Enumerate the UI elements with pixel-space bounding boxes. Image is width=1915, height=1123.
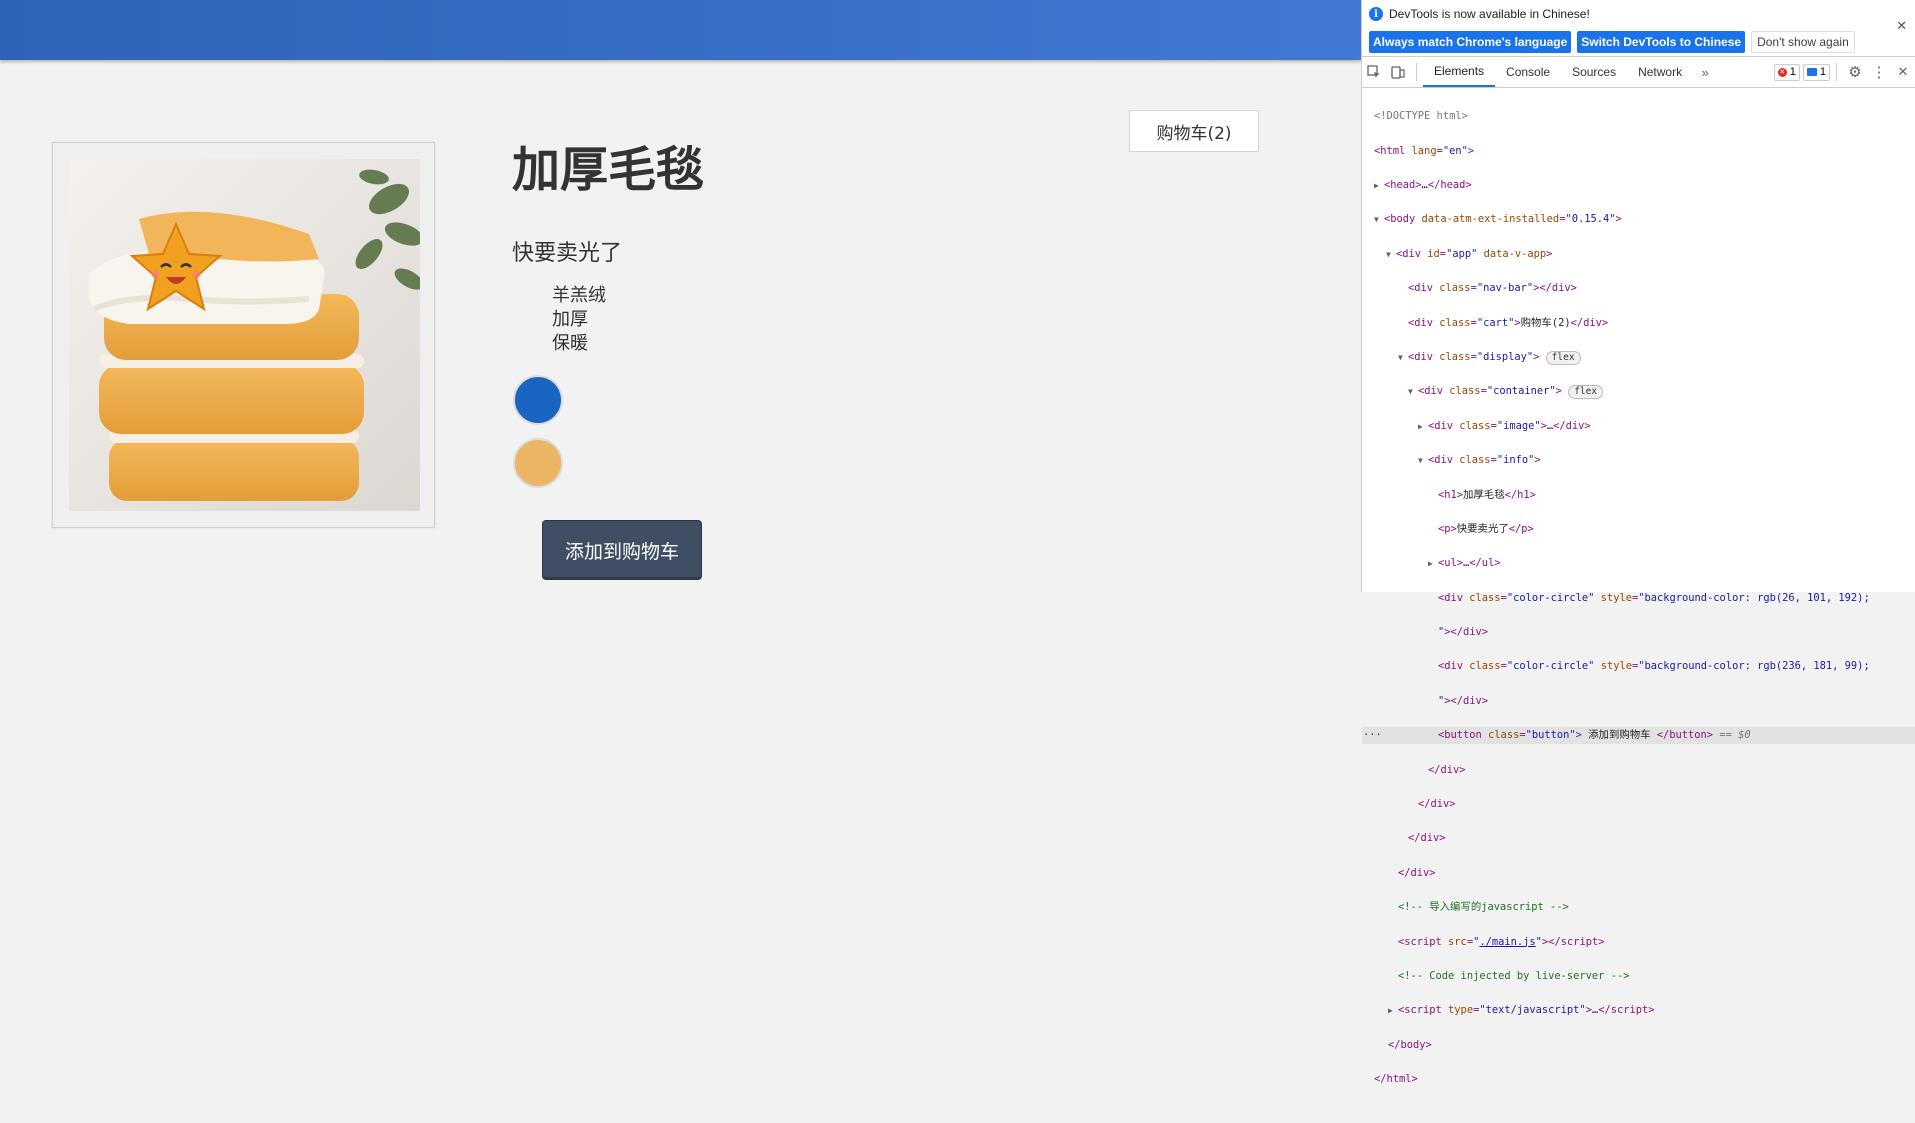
dom-node[interactable]: </div> (1362, 865, 1915, 882)
more-tabs-icon[interactable]: » (1693, 60, 1717, 84)
banner-message: i DevTools is now available in Chinese! (1369, 7, 1590, 21)
message-count: 1 (1819, 66, 1826, 78)
dom-node[interactable]: <html lang="en"> (1362, 143, 1915, 160)
error-count: 1 (1789, 66, 1796, 78)
dont-show-again-button[interactable]: Don't show again (1751, 31, 1855, 53)
feature-item: 加厚 (552, 309, 588, 330)
product-title: 加厚毛毯 (512, 142, 705, 198)
tab-network[interactable]: Network (1627, 57, 1693, 87)
dom-node[interactable]: ▶ <head>…</head> (1362, 177, 1915, 194)
dom-node[interactable]: </html> (1362, 1071, 1915, 1088)
dom-node[interactable]: ▼ <div class="display"> flex (1362, 349, 1915, 366)
dom-node[interactable]: ▼ <div class="info"> (1362, 452, 1915, 469)
dom-node[interactable]: ▼ <div class="container"> flex (1362, 383, 1915, 400)
dom-node[interactable]: <!-- Code injected by live-server --> (1362, 968, 1915, 985)
info-icon: i (1369, 7, 1383, 21)
error-icon: ✕ (1777, 67, 1787, 77)
close-devtools-icon[interactable]: ✕ (1891, 60, 1915, 84)
feature-list: 羊羔绒 加厚 保暖 (552, 284, 606, 356)
dom-node[interactable]: ▶ <ul>…</ul> (1362, 555, 1915, 572)
dom-node[interactable]: "></div> (1362, 693, 1915, 710)
banner-text: DevTools is now available in Chinese! (1389, 7, 1590, 21)
dom-node[interactable]: ▶ <script type="text/javascript">…</scrip… (1362, 1002, 1915, 1019)
dom-node[interactable]: ▼ <body data-atm-ext-installed="0.15.4"> (1362, 211, 1915, 228)
more-actions-icon[interactable]: ··· (1363, 727, 1382, 744)
dom-node[interactable]: <!DOCTYPE html> (1362, 108, 1915, 125)
more-options-icon[interactable]: ⋮ (1867, 60, 1891, 84)
dom-node-selected[interactable]: ··· <button class="button"> 添加到购物车 </butt… (1362, 727, 1915, 745)
dom-node[interactable]: <script src="./main.js"></script> (1362, 934, 1915, 951)
color-swatch-blue[interactable] (513, 375, 563, 425)
feature-item: 保暖 (552, 333, 588, 354)
dom-node[interactable]: <p>快要卖光了</p> (1362, 521, 1915, 538)
dom-node[interactable]: "></div> (1362, 624, 1915, 641)
dom-node[interactable]: ▶ <div class="image">…</div> (1362, 418, 1915, 435)
dom-node[interactable]: </div> (1362, 830, 1915, 847)
cart-button[interactable]: 购物车(2) (1129, 110, 1259, 152)
product-image (69, 159, 420, 511)
nav-bar (0, 0, 1361, 60)
page-viewport: 购物车(2) 加厚毛毯 快要卖光了 羊羔绒 加厚 保暖 添加到购物车 (0, 0, 1361, 592)
message-count-badge[interactable]: 1 (1802, 63, 1830, 81)
dom-tree: <!DOCTYPE html> <html lang="en"> ▶ <head>… (1362, 88, 1915, 1123)
device-toolbar-icon[interactable] (1386, 60, 1410, 84)
add-to-cart-button[interactable]: 添加到购物车 (542, 520, 702, 580)
dom-node[interactable]: </div> (1362, 796, 1915, 813)
tab-elements[interactable]: Elements (1423, 57, 1496, 87)
script-src-link[interactable]: ./main.js (1479, 936, 1535, 948)
product-image-frame (52, 142, 435, 528)
color-swatch-orange[interactable] (513, 438, 563, 488)
inspect-element-icon[interactable] (1362, 60, 1386, 84)
language-banner: i DevTools is now available in Chinese! … (1362, 0, 1915, 57)
tab-console[interactable]: Console (1495, 57, 1561, 87)
always-match-language-button[interactable]: Always match Chrome's language (1369, 31, 1572, 53)
dom-node[interactable]: <div class="cart">购物车(2)</div> (1362, 315, 1915, 332)
dom-node[interactable]: <div class="color-circle" style="backgro… (1362, 590, 1915, 607)
dom-node[interactable]: <h1>加厚毛毯</h1> (1362, 487, 1915, 504)
devtools-toolbar: Elements Console Sources Network » ✕ 1 1… (1362, 57, 1915, 88)
tab-sources[interactable]: Sources (1561, 57, 1627, 87)
devtools-panel: i DevTools is now available in Chinese! … (1361, 0, 1915, 1085)
feature-item: 羊羔绒 (552, 285, 606, 306)
error-count-badge[interactable]: ✕ 1 (1773, 63, 1800, 81)
dom-node[interactable]: </div> (1362, 762, 1915, 779)
dom-node[interactable]: <!-- 导入编写的javascript --> (1362, 899, 1915, 916)
product-subtitle: 快要卖光了 (512, 241, 623, 266)
close-icon[interactable]: ✕ (1896, 18, 1907, 34)
switch-to-chinese-button[interactable]: Switch DevTools to Chinese (1577, 31, 1746, 53)
dom-node[interactable]: ▼ <div id="app" data-v-app> (1362, 246, 1915, 263)
settings-gear-icon[interactable]: ⚙ (1843, 60, 1867, 84)
message-icon (1806, 68, 1817, 76)
dom-node[interactable]: <div class="nav-bar"></div> (1362, 280, 1915, 297)
dom-node[interactable]: </body> (1362, 1037, 1915, 1054)
dom-node[interactable]: <div class="color-circle" style="backgro… (1362, 658, 1915, 675)
